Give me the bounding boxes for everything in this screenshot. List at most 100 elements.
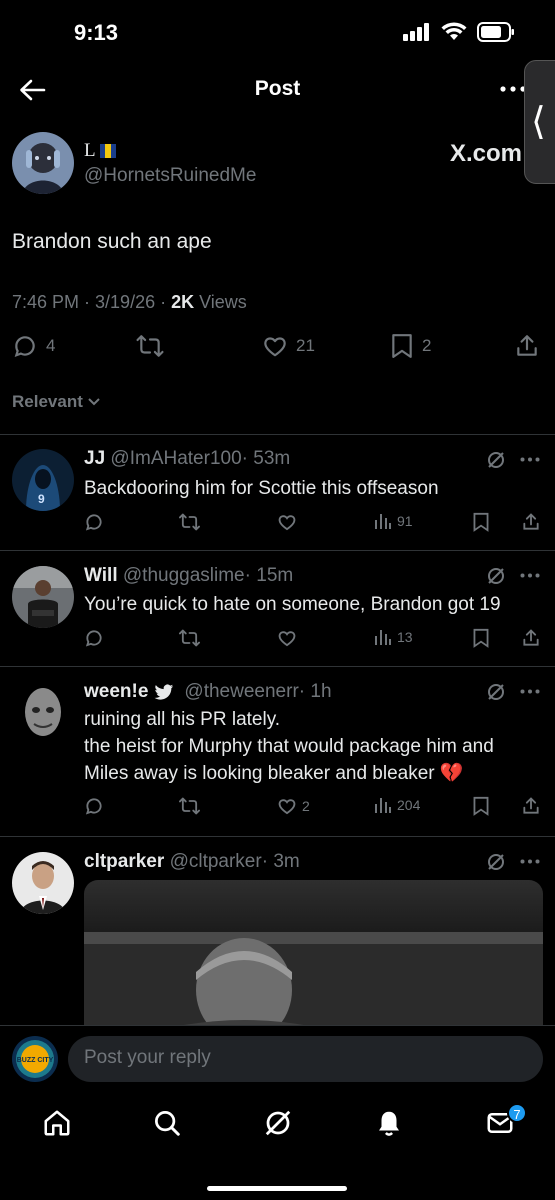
post-reply-count: 4 <box>46 336 56 355</box>
reply-author-name[interactable]: JJ <box>84 448 105 469</box>
post-author-handle[interactable]: @HornetsRuinedMe <box>84 165 256 187</box>
reply-repost-button[interactable] <box>178 512 201 532</box>
reply-time: · 3m <box>261 851 300 872</box>
post-meta: 7:46 PM · 3/19/26 · 2K Views <box>12 292 247 313</box>
more-options-button[interactable] <box>500 86 526 92</box>
side-tab-chevron-icon: ⟨ <box>531 99 546 143</box>
more-horizontal-icon <box>520 457 540 462</box>
reply-comment-button[interactable] <box>84 796 104 816</box>
post-like-button[interactable]: 21 <box>262 333 315 359</box>
grok-button[interactable] <box>486 852 506 872</box>
grok-icon <box>488 854 504 870</box>
reply-author-handle[interactable]: @thuggaslime <box>123 565 245 586</box>
post-share-button[interactable] <box>514 333 540 359</box>
reply-sort-label: Relevant <box>12 392 83 411</box>
post-author-avatar[interactable] <box>12 132 74 194</box>
more-horizontal-icon <box>520 573 540 578</box>
reply-like-button[interactable] <box>277 628 302 648</box>
divider <box>0 550 555 551</box>
reply-author-name[interactable]: ween!e <box>84 681 148 703</box>
reply-share-button[interactable] <box>521 512 541 532</box>
post-like-count: 21 <box>296 336 315 355</box>
reply-media-image[interactable] <box>84 880 543 1040</box>
reply-views-button[interactable]: 204 <box>374 796 420 814</box>
bookmark-icon <box>392 334 412 358</box>
repost-icon <box>179 513 200 531</box>
post-bookmark-count: 2 <box>422 336 432 355</box>
reply-view-count: 204 <box>397 797 421 813</box>
reply-avatar[interactable]: 9 <box>12 449 74 511</box>
site-label: X.com <box>450 140 523 167</box>
reply-share-button[interactable] <box>521 628 541 648</box>
reply-avatar[interactable] <box>12 682 74 744</box>
reply-bookmark-button[interactable] <box>472 512 490 532</box>
reply-bookmark-button[interactable] <box>472 628 490 648</box>
reply-line: the heist for Murphy that would package … <box>84 736 494 757</box>
reply-text: Backdooring him for Scottie this offseas… <box>84 475 439 502</box>
reply-header: cltparker @cltparker· 3m <box>84 851 300 873</box>
grok-icon <box>488 568 504 584</box>
reply-icon <box>85 514 102 531</box>
post-reply-button[interactable]: 4 <box>12 333 55 359</box>
reply-comment-button[interactable] <box>84 512 104 532</box>
reply-repost-button[interactable] <box>178 628 201 648</box>
bookmark-icon <box>473 512 489 532</box>
tab-search[interactable] <box>152 1108 182 1138</box>
tab-notifications[interactable] <box>374 1108 404 1138</box>
more-horizontal-icon <box>500 86 526 92</box>
reply-header: Will @thuggaslime· 15m <box>84 565 293 587</box>
reply-more-button[interactable] <box>520 573 540 578</box>
reply-view-count: 91 <box>397 513 413 529</box>
reply-author-handle[interactable]: @cltparker <box>170 851 262 872</box>
heart-icon <box>278 799 296 815</box>
twitter-bird-icon <box>155 683 174 700</box>
repost-icon <box>179 797 200 815</box>
reply-like-button[interactable]: 2 <box>277 796 310 816</box>
reply-bookmark-button[interactable] <box>472 796 490 816</box>
reply-author-name[interactable]: cltparker <box>84 851 164 872</box>
post-author-name[interactable]: L <box>84 140 116 162</box>
reply-like-count: 2 <box>302 798 310 814</box>
reply-share-button[interactable] <box>521 796 541 816</box>
divider <box>0 666 555 667</box>
avatar-logo-text: BUZZ CITY <box>17 1057 54 1064</box>
reply-header: JJ @ImAHater100· 53m <box>84 448 290 470</box>
reply-avatar[interactable] <box>12 566 74 628</box>
reply-more-button[interactable] <box>520 859 540 864</box>
bell-icon <box>379 1111 399 1136</box>
reply-author-handle[interactable]: @ImAHater100 <box>110 448 241 469</box>
repost-icon <box>136 335 164 357</box>
grok-button[interactable] <box>486 682 506 702</box>
reply-header: ween!e @theweenerr · 1h <box>84 681 332 703</box>
reply-views-button[interactable]: 91 <box>374 512 413 530</box>
share-icon <box>523 797 539 814</box>
post-author-name-text: L <box>84 140 96 161</box>
reply-sort-dropdown[interactable]: Relevant <box>12 392 101 412</box>
reply-like-button[interactable] <box>277 512 302 532</box>
reply-text: You’re quick to hate on someone, Brandon… <box>84 591 501 618</box>
post-repost-button[interactable] <box>135 333 165 359</box>
more-horizontal-icon <box>520 859 540 864</box>
heart-icon <box>278 515 296 531</box>
tab-home[interactable] <box>42 1108 72 1138</box>
reply-input[interactable]: Post your reply <box>68 1036 543 1082</box>
grok-button[interactable] <box>486 450 506 470</box>
reply-author-handle[interactable]: @theweenerr <box>184 681 298 703</box>
reply-author-name[interactable]: Will <box>84 565 118 586</box>
reply-repost-button[interactable] <box>178 796 201 816</box>
share-icon <box>523 513 539 530</box>
reply-more-button[interactable] <box>520 457 540 462</box>
grok-button[interactable] <box>486 566 506 586</box>
tab-grok[interactable] <box>263 1108 293 1138</box>
post-views-count[interactable]: 2K <box>171 292 194 312</box>
reply-more-button[interactable] <box>520 689 540 694</box>
browser-side-tab[interactable]: ⟨ <box>524 60 555 184</box>
current-user-avatar[interactable]: BUZZ CITY <box>12 1036 58 1082</box>
reply-views-button[interactable]: 13 <box>374 628 413 646</box>
status-time: 9:13 <box>74 20 119 45</box>
post-views-label: Views <box>194 292 247 312</box>
post-bookmark-button[interactable]: 2 <box>390 333 431 359</box>
reply-avatar[interactable] <box>12 852 74 914</box>
home-icon <box>44 1110 70 1136</box>
reply-comment-button[interactable] <box>84 628 104 648</box>
